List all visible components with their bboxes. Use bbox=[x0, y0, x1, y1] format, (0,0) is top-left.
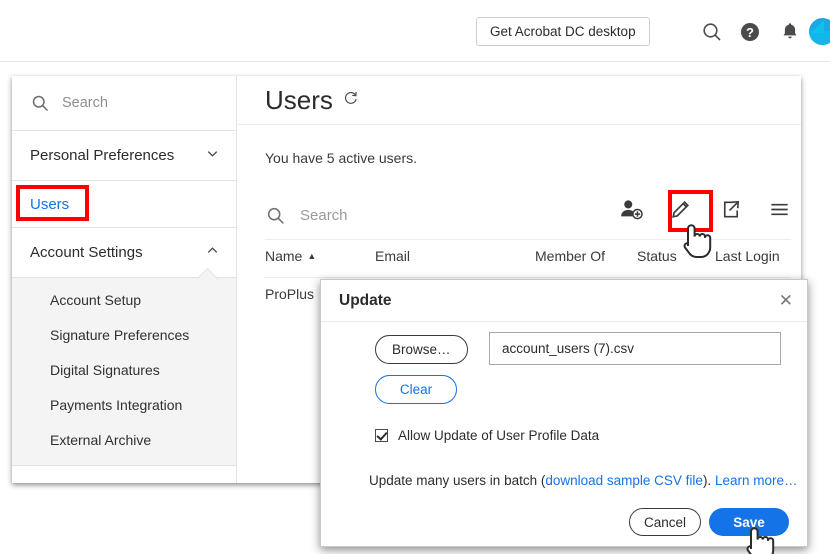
bell-icon[interactable] bbox=[778, 20, 802, 44]
refresh-icon[interactable] bbox=[342, 89, 359, 111]
dialog-header: Update ✕ bbox=[321, 280, 807, 322]
help-icon[interactable]: ? bbox=[738, 20, 762, 44]
batch-prefix: Update many users in batch ( bbox=[369, 473, 545, 488]
search-icon[interactable] bbox=[265, 205, 286, 226]
sidebar-subitem-label: Digital Signatures bbox=[50, 362, 160, 378]
sidebar-subitem-label: Payments Integration bbox=[50, 397, 182, 413]
dialog-footer: Cancel Save bbox=[321, 498, 807, 546]
dialog-title: Update bbox=[339, 292, 392, 310]
close-icon[interactable]: ✕ bbox=[779, 292, 793, 309]
sidebar-item-signature-preferences[interactable]: Signature Preferences bbox=[12, 317, 236, 352]
update-dialog: Update ✕ Browse… Clear account_users (7)… bbox=[320, 279, 808, 547]
toolbar: Search bbox=[265, 191, 791, 240]
toolbar-search-placeholder[interactable]: Search bbox=[300, 207, 348, 224]
sidebar-search-input[interactable]: Search bbox=[12, 76, 236, 131]
sidebar-search-placeholder: Search bbox=[62, 95, 108, 111]
active-users-text: You have 5 active users. bbox=[265, 150, 417, 166]
sidebar-subnav: Account Setup Signature Preferences Digi… bbox=[12, 278, 236, 466]
search-icon bbox=[30, 93, 50, 113]
sidebar-item-label: Account Settings bbox=[30, 244, 143, 261]
allow-update-checkbox[interactable]: Allow Update of User Profile Data bbox=[375, 428, 599, 443]
sidebar-subitem-label: Account Setup bbox=[50, 292, 141, 308]
avatar-shape-lower bbox=[809, 31, 830, 45]
sidebar-item-payments-integration[interactable]: Payments Integration bbox=[12, 387, 236, 422]
batch-help-text: Update many users in batch (download sam… bbox=[369, 473, 798, 488]
column-header-name[interactable]: Name▲ bbox=[265, 248, 316, 264]
sidebar-item-external-archive[interactable]: External Archive bbox=[12, 422, 236, 457]
export-icon[interactable] bbox=[719, 198, 742, 226]
learn-more-link[interactable]: Learn more… bbox=[715, 473, 798, 488]
browse-button[interactable]: Browse… bbox=[375, 335, 468, 364]
column-header-status[interactable]: Status bbox=[637, 248, 677, 264]
clear-button[interactable]: Clear bbox=[375, 375, 457, 404]
chevron-down-icon bbox=[205, 146, 220, 165]
sidebar-item-digital-signatures[interactable]: Digital Signatures bbox=[12, 352, 236, 387]
batch-suffix: ). bbox=[703, 473, 711, 488]
cell-name: ProPlus bbox=[265, 286, 314, 302]
sidebar-item-label: Personal Preferences bbox=[30, 147, 174, 164]
add-user-icon[interactable] bbox=[619, 198, 643, 225]
sidebar-item-account-setup[interactable]: Account Setup bbox=[12, 282, 236, 317]
checkbox-icon bbox=[375, 429, 388, 442]
svg-text:?: ? bbox=[746, 25, 754, 40]
edit-pencil-icon[interactable] bbox=[669, 197, 693, 226]
sort-ascending-icon: ▲ bbox=[307, 251, 316, 261]
page-header: Users bbox=[238, 76, 801, 125]
sidebar-subitem-label: Signature Preferences bbox=[50, 327, 189, 343]
cancel-button[interactable]: Cancel bbox=[629, 508, 701, 536]
download-sample-csv-link[interactable]: download sample CSV file bbox=[545, 473, 703, 488]
sidebar-item-users[interactable]: Users bbox=[12, 181, 236, 228]
sidebar-item-label: Users bbox=[30, 196, 69, 213]
sidebar-item-personal-preferences[interactable]: Personal Preferences bbox=[12, 131, 236, 181]
save-button[interactable]: Save bbox=[709, 508, 789, 536]
table-header: Name▲ Email Member Of Status Last Login bbox=[265, 242, 791, 278]
toolbar-icons bbox=[619, 197, 791, 226]
avatar[interactable] bbox=[809, 18, 830, 45]
get-acrobat-dc-desktop-button[interactable]: Get Acrobat DC desktop bbox=[476, 17, 650, 46]
sidebar-subitem-label: External Archive bbox=[50, 432, 151, 448]
column-header-last-login[interactable]: Last Login bbox=[715, 248, 780, 264]
page-title: Users bbox=[265, 85, 333, 116]
file-name-input[interactable]: account_users (7).csv bbox=[489, 332, 781, 365]
menu-icon[interactable] bbox=[768, 198, 791, 226]
checkbox-label: Allow Update of User Profile Data bbox=[398, 428, 599, 443]
column-header-member-of[interactable]: Member Of bbox=[535, 248, 605, 264]
avatar-shape-wedge bbox=[811, 20, 824, 33]
search-icon[interactable] bbox=[700, 20, 724, 44]
sidebar-item-account-settings[interactable]: Account Settings bbox=[12, 228, 236, 278]
sidebar: Search Personal Preferences Users Accoun… bbox=[12, 76, 237, 483]
app-root: Get Acrobat DC desktop ? bbox=[0, 0, 830, 554]
column-header-email[interactable]: Email bbox=[375, 248, 410, 264]
top-bar: Get Acrobat DC desktop ? bbox=[0, 0, 830, 62]
chevron-up-icon bbox=[205, 243, 220, 262]
